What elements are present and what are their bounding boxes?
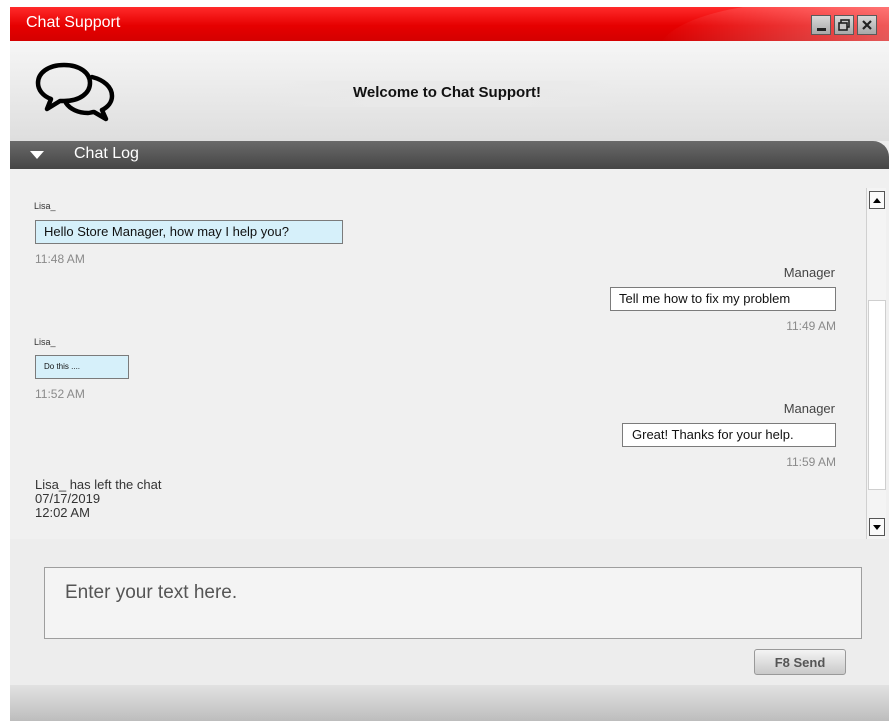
arrow-down-icon xyxy=(873,524,881,530)
chat-support-window: Chat Support Welcome to Chat Support! Ch… xyxy=(10,7,889,721)
message-sender: Lisa_ xyxy=(34,201,56,211)
restore-button[interactable] xyxy=(834,15,854,35)
send-button[interactable]: F8 Send xyxy=(754,649,846,675)
collapse-triangle-icon[interactable] xyxy=(30,151,44,159)
title-bar[interactable]: Chat Support xyxy=(10,7,889,41)
close-button[interactable] xyxy=(857,15,877,35)
message-sender: Lisa_ xyxy=(34,337,56,347)
arrow-up-icon xyxy=(873,197,881,203)
manager-message-bubble: Great! Thanks for your help. xyxy=(622,423,836,447)
scroll-down-button[interactable] xyxy=(869,518,885,536)
message-text: Great! Thanks for your help. xyxy=(632,427,794,442)
restore-icon xyxy=(838,19,850,31)
chat-bubbles-icon xyxy=(35,62,115,122)
scroll-up-button[interactable] xyxy=(869,191,885,209)
message-text: Tell me how to fix my problem xyxy=(619,291,791,306)
minimize-button[interactable] xyxy=(811,15,831,35)
system-message-time: 12:02 AM xyxy=(35,505,90,520)
system-message: Lisa_ has left the chat 07/17/2019 12:02… xyxy=(35,478,161,520)
close-icon xyxy=(862,20,872,30)
agent-message-bubble: Hello Store Manager, how may I help you? xyxy=(35,220,343,244)
system-message-text: Lisa_ has left the chat xyxy=(35,477,162,492)
message-input[interactable] xyxy=(45,568,861,638)
system-message-date: 07/17/2019 xyxy=(35,491,101,506)
message-time: 11:49 AM xyxy=(786,319,836,333)
message-time: 11:59 AM xyxy=(786,455,836,469)
chat-log-scrollbar[interactable] xyxy=(866,188,886,539)
message-text: Do this .... xyxy=(44,362,81,371)
message-time: 11:48 AM xyxy=(35,252,85,266)
title-bar-sheen xyxy=(659,7,889,41)
message-input-box[interactable] xyxy=(44,567,862,639)
minimize-icon xyxy=(816,27,826,31)
welcome-heading: Welcome to Chat Support! xyxy=(352,84,542,101)
message-time: 11:52 AM xyxy=(35,387,85,401)
chat-log[interactable]: Lisa_ Hello Store Manager, how may I hel… xyxy=(10,169,889,539)
chat-log-title: Chat Log xyxy=(74,145,139,162)
chat-header: Welcome to Chat Support! xyxy=(10,41,889,141)
agent-message-bubble: Do this .... xyxy=(35,355,129,379)
window-footer xyxy=(10,685,889,721)
manager-message-bubble: Tell me how to fix my problem xyxy=(610,287,836,311)
message-text: Hello Store Manager, how may I help you? xyxy=(44,224,289,239)
window-title: Chat Support xyxy=(26,14,121,31)
message-sender: Manager xyxy=(783,401,835,416)
chat-log-header[interactable]: Chat Log xyxy=(10,141,889,169)
message-sender: Manager xyxy=(783,265,835,280)
scroll-thumb[interactable] xyxy=(868,300,886,490)
